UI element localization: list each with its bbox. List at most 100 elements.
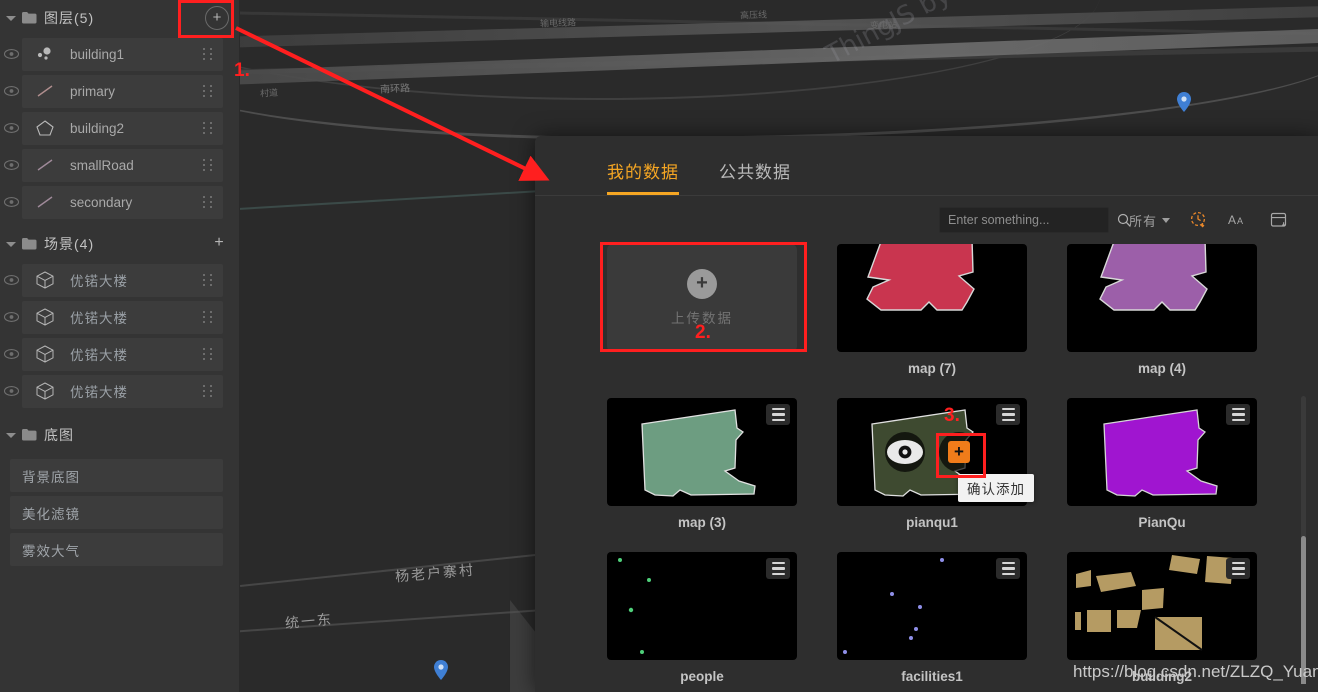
drag-handle[interactable]: [203, 311, 215, 323]
search-box[interactable]: [938, 207, 1131, 233]
map-label-village: 杨老户寨村: [394, 563, 476, 586]
scene-item[interactable]: 优锘大楼: [0, 262, 239, 298]
layer-label: building2: [70, 120, 125, 136]
data-card-pianqu[interactable]: PianQu: [1067, 398, 1257, 530]
group-header-scene[interactable]: 场景(4) +: [0, 226, 239, 262]
basemap-item-fog[interactable]: 雾效大气: [10, 533, 223, 566]
eye-icon[interactable]: [0, 275, 22, 285]
eye-icon[interactable]: [0, 312, 22, 322]
data-grid-container: + 上传数据 map (7) map (4) map (3) + pianqu1…: [535, 244, 1318, 684]
data-card-people[interactable]: people: [607, 552, 797, 684]
drag-handle[interactable]: [203, 385, 215, 397]
add-layer-button[interactable]: +: [205, 6, 229, 30]
dialog-toolbar: 所有 A A: [535, 196, 1318, 244]
data-card-map4[interactable]: map (4): [1067, 244, 1257, 376]
line-icon: [32, 158, 58, 172]
card-thumbnail[interactable]: [1067, 244, 1257, 352]
card-thumbnail[interactable]: [837, 244, 1027, 352]
card-menu-button[interactable]: [766, 404, 790, 425]
map-faint-label: 变电站: [869, 19, 898, 31]
line-icon: [32, 195, 58, 209]
card-label: pianqu1: [906, 515, 958, 530]
basemap-item-background[interactable]: 背景底图: [10, 459, 223, 492]
tab-public-data[interactable]: 公共数据: [719, 158, 791, 195]
sort-by-time-icon[interactable]: [1190, 211, 1208, 229]
drag-handle[interactable]: [203, 348, 215, 360]
grid-scrollbar-track[interactable]: [1301, 396, 1306, 684]
card-thumbnail[interactable]: [837, 552, 1027, 660]
tab-my-data[interactable]: 我的数据: [607, 158, 679, 195]
folder-icon: [22, 12, 37, 24]
search-input[interactable]: [939, 213, 1117, 227]
drag-handle[interactable]: [203, 85, 215, 97]
card-label: map (3): [677, 515, 726, 530]
caret-down-icon[interactable]: [6, 241, 16, 247]
cube-icon: [32, 271, 58, 289]
group-title-layers: 图层(5): [44, 10, 95, 26]
map-pin-marker[interactable]: [1177, 92, 1191, 112]
card-menu-button[interactable]: [766, 558, 790, 579]
card-menu-button[interactable]: [996, 558, 1020, 579]
card-label: PianQu: [1138, 515, 1186, 530]
scene-label: 优锘大楼: [70, 274, 128, 289]
layers-sidebar: 图层(5) + building1 primary building2 smal…: [0, 0, 240, 692]
app-root: ThingJS by 输电线路 高压线 变电站 南环路 村道 杨老户寨村 统一东…: [0, 0, 1318, 692]
eye-icon[interactable]: [0, 49, 22, 59]
layer-item-building1[interactable]: building1: [0, 36, 239, 72]
search-icon[interactable]: [1117, 213, 1139, 227]
card-menu-button[interactable]: [1226, 558, 1250, 579]
scene-label: 优锘大楼: [70, 385, 128, 400]
sort-by-name-icon[interactable]: A A: [1228, 212, 1250, 228]
layer-item-primary[interactable]: primary: [0, 73, 239, 109]
group-header-layers[interactable]: 图层(5) +: [0, 0, 239, 36]
layer-label: primary: [70, 83, 116, 99]
card-label: people: [680, 669, 724, 684]
plus-icon: +: [687, 269, 717, 299]
eye-icon[interactable]: [0, 123, 22, 133]
layer-item-building2[interactable]: building2: [0, 110, 239, 146]
group-header-basemap[interactable]: 底图: [0, 417, 239, 453]
data-card-pianqu1[interactable]: + pianqu1: [837, 398, 1027, 530]
drag-handle[interactable]: [203, 159, 215, 171]
drag-handle[interactable]: [203, 274, 215, 286]
map-pin-marker[interactable]: [434, 660, 448, 680]
data-card-map7[interactable]: map (7): [837, 244, 1027, 376]
card-label: map (7): [907, 361, 956, 376]
scene-item[interactable]: 优锘大楼: [0, 373, 239, 409]
caret-down-icon[interactable]: [6, 432, 16, 438]
scene-item[interactable]: 优锘大楼: [0, 299, 239, 335]
eye-icon[interactable]: [0, 86, 22, 96]
caret-down-icon[interactable]: [6, 15, 16, 21]
eye-icon[interactable]: [0, 160, 22, 170]
card-menu-button[interactable]: [1226, 404, 1250, 425]
data-card-map3[interactable]: map (3): [607, 398, 797, 530]
batch-manage-icon[interactable]: [1270, 211, 1288, 229]
card-thumbnail[interactable]: [607, 552, 797, 660]
map-faint-label: 高压线: [739, 9, 768, 21]
card-thumbnail[interactable]: [1067, 552, 1257, 660]
confirm-add-button[interactable]: +: [939, 432, 979, 472]
card-thumbnail[interactable]: [1067, 398, 1257, 506]
dialog-tabs: 我的数据 公共数据: [535, 136, 1318, 196]
data-card-facilities1[interactable]: facilities1: [837, 552, 1027, 684]
drag-handle[interactable]: [203, 122, 215, 134]
layer-item-secondary[interactable]: secondary: [0, 184, 239, 220]
eye-icon[interactable]: [0, 386, 22, 396]
drag-handle[interactable]: [203, 48, 215, 60]
upload-card-wrapper: + 上传数据: [607, 244, 797, 376]
basemap-item-filter[interactable]: 美化滤镜: [10, 496, 223, 529]
data-grid: + 上传数据 map (7) map (4) map (3) + pianqu1…: [607, 244, 1280, 684]
drag-handle[interactable]: [203, 196, 215, 208]
annotation-number-1: 1.: [234, 60, 250, 81]
card-thumbnail[interactable]: [607, 398, 797, 506]
scene-label: 优锘大楼: [70, 311, 128, 326]
eye-icon[interactable]: [0, 197, 22, 207]
card-label: map (4): [1137, 361, 1186, 376]
eye-icon[interactable]: [0, 349, 22, 359]
preview-button[interactable]: [885, 432, 925, 472]
scene-item[interactable]: 优锘大楼: [0, 336, 239, 372]
layer-item-smallroad[interactable]: smallRoad: [0, 147, 239, 183]
add-scene-button[interactable]: +: [209, 234, 229, 254]
data-library-dialog: 我的数据 公共数据 所有: [535, 136, 1318, 692]
cube-icon: [32, 345, 58, 363]
